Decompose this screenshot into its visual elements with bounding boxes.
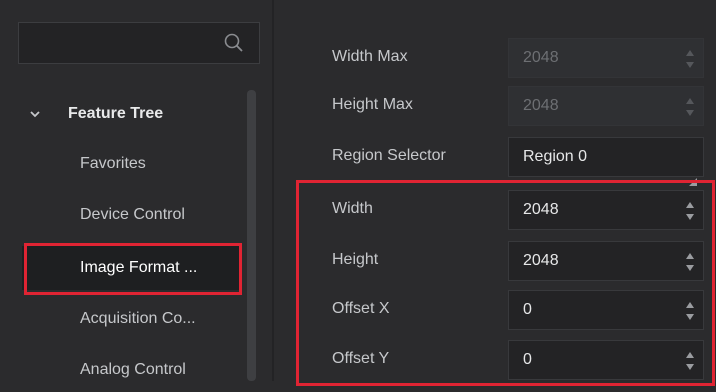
tree-item-image-format[interactable]: Image Format ...	[22, 246, 240, 290]
feature-tree-panel: Feature Tree Favorites Device Control Im…	[0, 0, 272, 381]
spin-arrows-icon[interactable]	[685, 299, 695, 321]
tree-item-label: Image Format ...	[80, 259, 198, 276]
property-value: 2048	[523, 201, 559, 218]
property-row-offset-y: Offset Y 0	[290, 336, 710, 382]
property-row-width: Width 2048	[290, 186, 710, 232]
spin-arrows-icon	[685, 95, 695, 117]
property-value: 2048	[523, 97, 559, 114]
tree-item-label: Device Control	[80, 206, 185, 223]
property-row-offset-x: Offset X 0	[290, 286, 710, 332]
property-label: Width Max	[332, 48, 408, 65]
property-value: Region 0	[523, 148, 588, 165]
property-row-width-max: Width Max 2048	[290, 34, 710, 80]
search-input[interactable]	[18, 22, 260, 64]
property-value: 2048	[523, 49, 559, 66]
tree-item-favorites[interactable]: Favorites	[22, 142, 240, 186]
tree-item-device-control[interactable]: Device Control	[22, 193, 240, 237]
offset-y-input[interactable]: 0	[508, 340, 704, 380]
spin-arrows-icon[interactable]	[685, 349, 695, 371]
height-input[interactable]: 2048	[508, 241, 704, 281]
spin-arrows-icon	[685, 47, 695, 69]
property-label: Height	[332, 251, 379, 268]
chevron-down-icon[interactable]	[28, 107, 42, 121]
property-row-height: Height 2048	[290, 237, 710, 283]
offset-x-input[interactable]: 0	[508, 290, 704, 330]
spin-arrows-icon[interactable]	[685, 199, 695, 221]
property-row-region-selector: Region Selector Region 0	[290, 133, 710, 186]
property-label: Offset Y	[332, 350, 390, 367]
property-value: 0	[523, 351, 532, 368]
property-label: Width	[332, 200, 373, 217]
panel-divider	[272, 0, 274, 381]
property-value: 2048	[523, 252, 559, 269]
search-icon[interactable]	[223, 32, 245, 54]
width-input[interactable]: 2048	[508, 190, 704, 230]
feature-tree-header[interactable]: Feature Tree	[22, 92, 240, 136]
spin-arrows-icon[interactable]	[685, 250, 695, 272]
tree-item-analog-control[interactable]: Analog Control	[22, 348, 240, 392]
tree-scrollbar[interactable]	[247, 90, 256, 381]
property-label: Offset X	[332, 300, 390, 317]
tree-item-acquisition-control[interactable]: Acquisition Co...	[22, 297, 240, 341]
dropdown-corner-icon	[689, 163, 697, 186]
property-value: 0	[523, 301, 532, 318]
feature-tree-header-label: Feature Tree	[68, 105, 164, 122]
property-label: Region Selector	[332, 147, 446, 164]
property-label: Height Max	[332, 96, 413, 113]
tree-item-label: Analog Control	[80, 361, 186, 378]
region-selector-dropdown[interactable]: Region 0	[508, 137, 704, 186]
width-max-field: 2048	[508, 38, 704, 78]
tree-item-label: Acquisition Co...	[80, 310, 196, 327]
property-row-height-max: Height Max 2048	[290, 82, 710, 128]
tree-item-label: Favorites	[80, 155, 146, 172]
height-max-field: 2048	[508, 86, 704, 126]
